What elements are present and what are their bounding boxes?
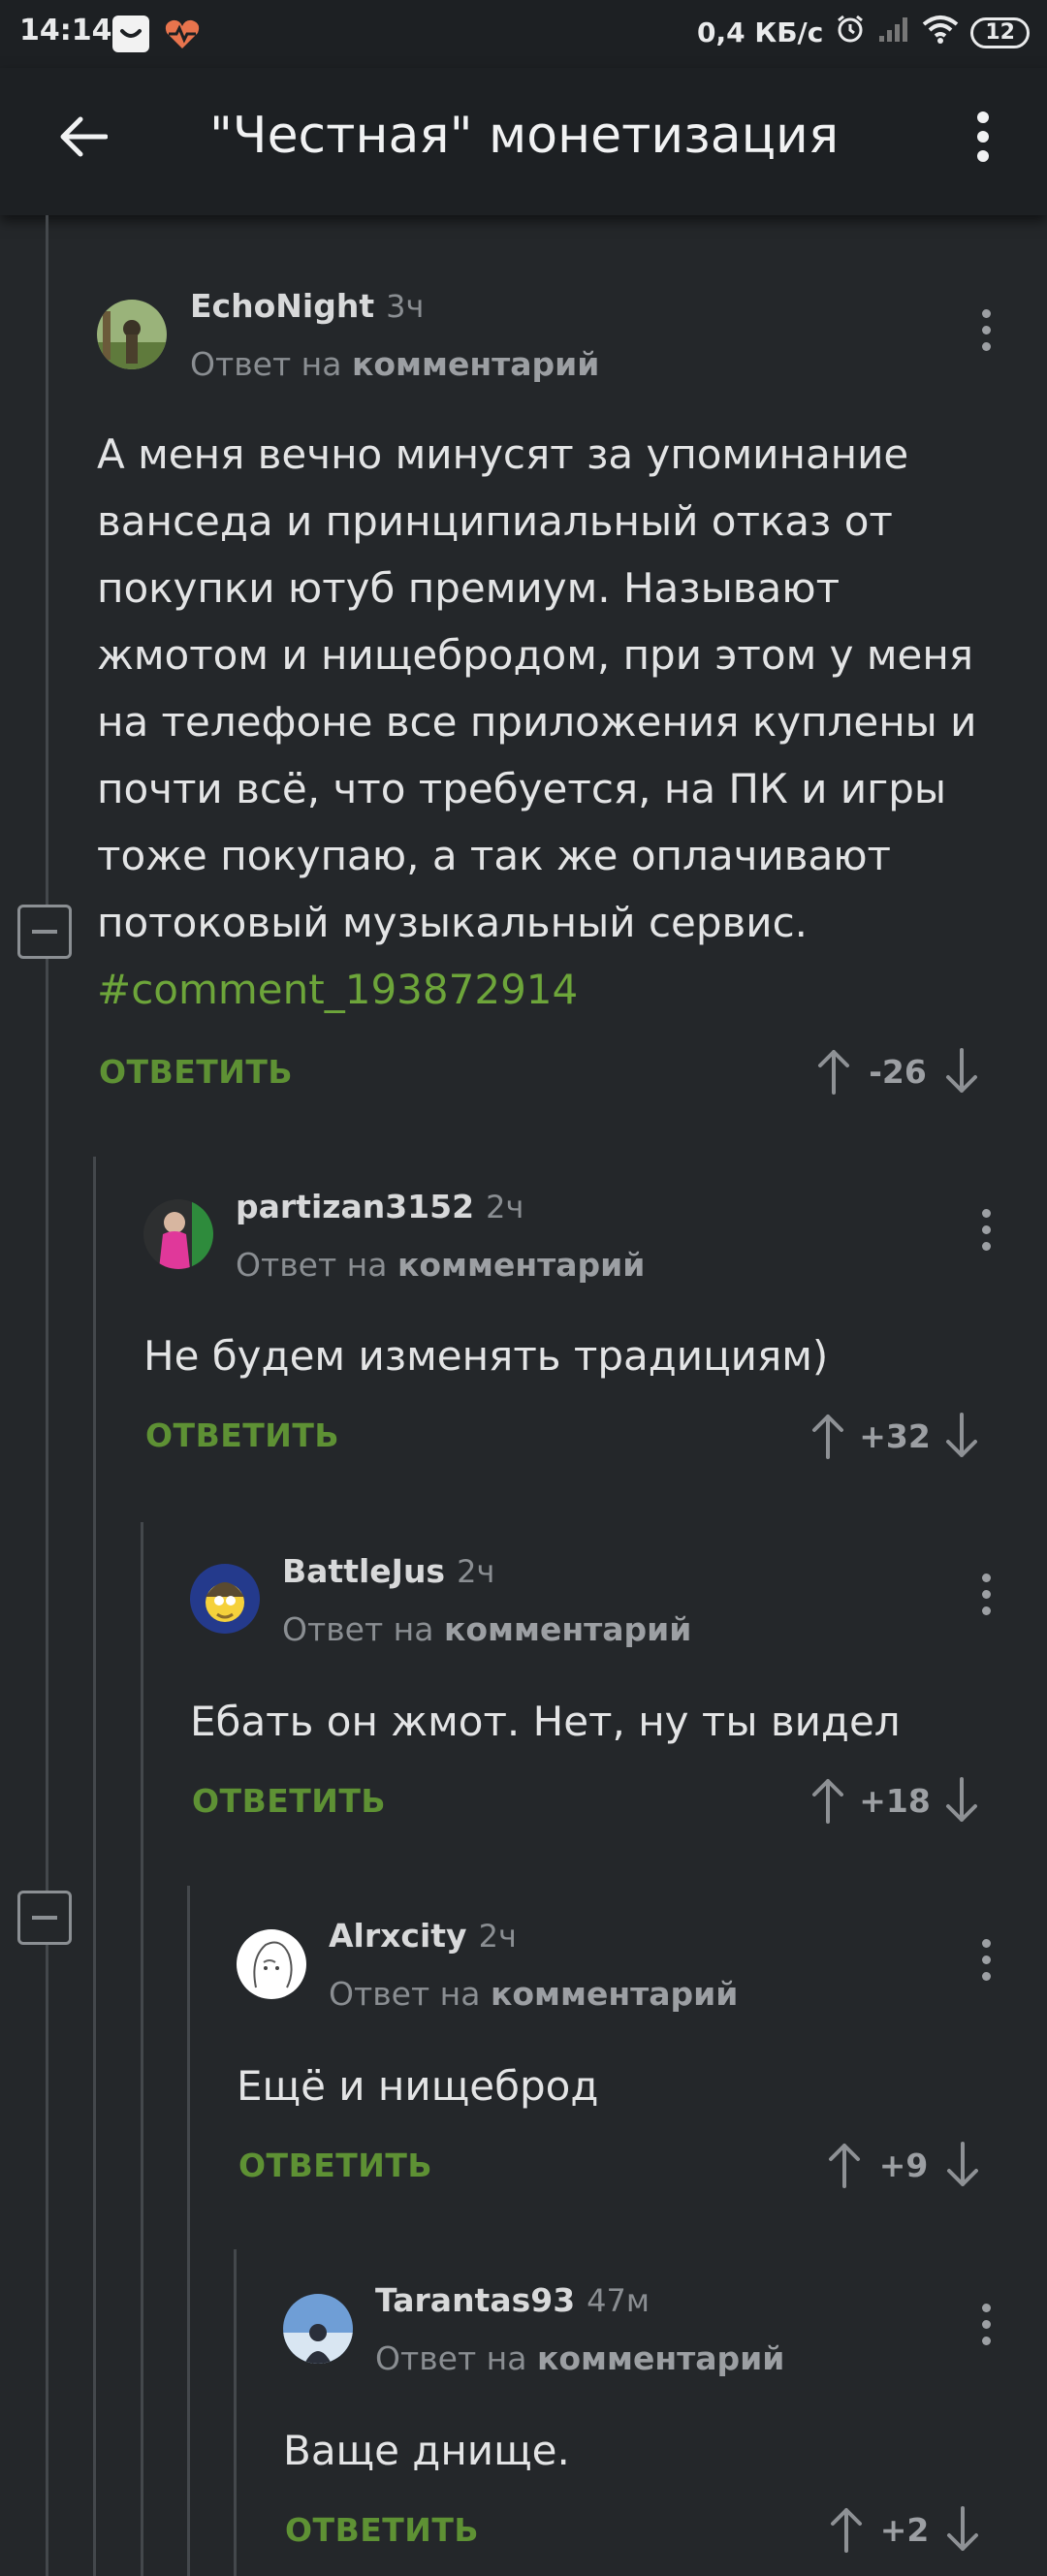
comment-menu-icon[interactable]: [967, 1930, 1005, 1988]
app-bar: "Честная" монетизация: [0, 68, 1047, 215]
page-title: "Честная" монетизация: [209, 107, 840, 165]
comment-time: 2ч: [486, 1189, 524, 1225]
back-arrow-icon[interactable]: [39, 103, 126, 171]
vote-controls: +18: [805, 1771, 985, 1829]
reply-button[interactable]: ОТВЕТИТЬ: [285, 2511, 479, 2549]
reply-to-link[interactable]: Ответ на комментарий: [282, 1610, 691, 1648]
comment-score: +18: [859, 1781, 931, 1820]
comment-score: +9: [878, 2146, 929, 2184]
comment-menu-icon[interactable]: [967, 301, 1005, 359]
vote-controls: -26: [810, 1042, 985, 1100]
vote-controls: +9: [821, 2136, 986, 2194]
comment-text: Ещё и нищеброд: [237, 2062, 599, 2110]
reply-button[interactable]: ОТВЕТИТЬ: [238, 2147, 432, 2184]
reply-to-link[interactable]: Ответ на комментарий: [375, 2339, 784, 2377]
comment-author[interactable]: Tarantas93 47м: [375, 2281, 650, 2319]
comment-text: А меня вечно минусят за упоминание вансе…: [97, 430, 977, 1013]
reply-to-link[interactable]: Ответ на комментарий: [329, 1975, 738, 2013]
thread-line-level-0: [46, 215, 48, 2576]
upvote-arrow-icon[interactable]: [805, 1771, 851, 1829]
comment-menu-icon[interactable]: [967, 2295, 1005, 2353]
downvote-arrow-icon[interactable]: [938, 1042, 985, 1100]
thread-line-level-4: [234, 2249, 237, 2576]
wifi-icon: [922, 15, 959, 50]
comment-score: -26: [869, 1052, 927, 1091]
notification-app-icon: [112, 16, 149, 52]
comment-author[interactable]: BattleJus 2ч: [282, 1552, 494, 1590]
signal-icon: [877, 15, 910, 50]
thread-line-level-2: [141, 1522, 143, 2576]
collapse-thread-button[interactable]: [17, 905, 72, 959]
alarm-icon: [835, 14, 866, 51]
comment-text: Не будем изменять традициям): [143, 1332, 829, 1380]
downvote-arrow-icon[interactable]: [938, 1771, 985, 1829]
avatar[interactable]: [97, 300, 167, 369]
reply-button[interactable]: ОТВЕТИТЬ: [99, 1053, 293, 1091]
upvote-arrow-icon[interactable]: [821, 2136, 868, 2194]
comment-time: 3ч: [386, 288, 425, 325]
comment-time: 2ч: [478, 1918, 517, 1955]
comment-author[interactable]: partizan3152 2ч: [236, 1188, 524, 1225]
status-time: 14:14: [19, 14, 112, 48]
comment-author[interactable]: Alrxcity 2ч: [329, 1917, 517, 1955]
comment-score: +2: [879, 2510, 930, 2549]
comment-menu-icon[interactable]: [967, 1200, 1005, 1258]
vote-controls: +2: [823, 2500, 986, 2559]
comment-menu-icon[interactable]: [967, 1565, 1005, 1623]
reply-to-link[interactable]: Ответ на комментарий: [236, 1246, 645, 1284]
reply-button[interactable]: ОТВЕТИТЬ: [192, 1782, 386, 1820]
downvote-arrow-icon[interactable]: [939, 2500, 986, 2559]
downvote-arrow-icon[interactable]: [938, 1407, 985, 1465]
upvote-arrow-icon[interactable]: [805, 1407, 851, 1465]
downvote-arrow-icon[interactable]: [939, 2136, 986, 2194]
comment-score: +32: [859, 1416, 931, 1455]
thread-line-level-1: [93, 1157, 96, 2576]
comment-text: Ваще днище.: [283, 2427, 570, 2474]
collapse-thread-button[interactable]: [17, 1891, 72, 1945]
health-heart-icon: [163, 16, 200, 52]
avatar[interactable]: [190, 1564, 260, 1634]
avatar[interactable]: [283, 2294, 353, 2364]
vote-controls: +32: [805, 1407, 985, 1465]
reply-to-link[interactable]: Ответ на комментарий: [190, 345, 599, 383]
avatar[interactable]: [143, 1199, 213, 1269]
network-speed: 0,4 КБ/с: [696, 16, 824, 48]
comment-author[interactable]: EchoNight 3ч: [190, 287, 424, 325]
more-menu-icon[interactable]: [954, 103, 1012, 171]
comment-text: Ебать он жмот. Нет, ну ты видел: [190, 1698, 901, 1745]
comment-time: 2ч: [457, 1553, 495, 1590]
upvote-arrow-icon[interactable]: [810, 1042, 857, 1100]
comment-hashtag-link[interactable]: #comment_193872914: [97, 966, 578, 1013]
status-bar: 14:14 0,4 КБ/с 12: [0, 0, 1047, 68]
comment-time: 47м: [587, 2282, 650, 2319]
reply-button[interactable]: ОТВЕТИТЬ: [145, 1416, 339, 1454]
battery-indicator: 12: [970, 16, 1030, 48]
thread-line-level-3: [187, 1886, 190, 2576]
upvote-arrow-icon[interactable]: [823, 2500, 870, 2559]
avatar[interactable]: [237, 1929, 306, 1999]
